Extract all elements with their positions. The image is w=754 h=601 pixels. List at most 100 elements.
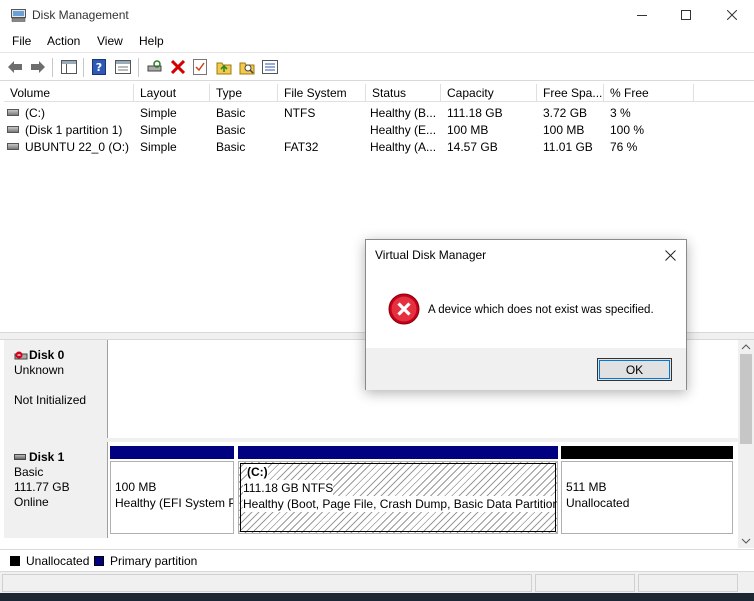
volume-icon <box>7 143 19 151</box>
window-title: Disk Management <box>32 8 129 22</box>
partition-c[interactable]: (C:) 111.18 GB NTFS Healthy (Boot, Page … <box>238 446 558 534</box>
error-circle-icon <box>388 293 420 325</box>
column-header-capacity[interactable]: Capacity <box>441 84 537 102</box>
column-header-file-system[interactable]: File System <box>278 84 366 102</box>
disk-0-size <box>14 378 97 393</box>
disk-1-label[interactable]: Disk 1 Basic 111.77 GB Online <box>4 442 108 538</box>
partition-band <box>561 446 733 459</box>
partition-efi[interactable]: 100 MB Healthy (EFI System P <box>110 446 234 534</box>
column-header-volume[interactable]: Volume <box>4 84 134 102</box>
partition-band <box>110 446 234 459</box>
toolbar-separator <box>138 58 139 77</box>
close-icon <box>727 10 737 20</box>
toolbar-separator <box>52 58 53 77</box>
cell-free-space: 3.72 GB <box>543 106 588 120</box>
table-row[interactable]: (C:) Simple Basic NTFS Healthy (B... 111… <box>4 104 754 121</box>
help-button[interactable]: ? <box>90 58 108 76</box>
checklist-button[interactable] <box>191 58 209 76</box>
properties-view-button[interactable] <box>114 58 132 76</box>
list-view-icon <box>262 60 278 74</box>
dialog-message: A device which does not exist was specif… <box>428 304 654 316</box>
forward-arrow-icon <box>31 61 45 73</box>
ok-button[interactable]: OK <box>597 358 672 381</box>
table-row[interactable]: (Disk 1 partition 1) Simple Basic Health… <box>4 121 754 138</box>
show-hide-console-tree-button[interactable] <box>60 58 78 76</box>
disk-0-status: Not Initialized <box>14 393 87 407</box>
unallocated-swatch <box>10 556 20 566</box>
toolbar-separator <box>83 58 84 77</box>
folder-up-icon <box>216 62 232 75</box>
menu-view[interactable]: View <box>97 34 123 48</box>
legend-unallocated: Unallocated <box>26 554 90 568</box>
table-row[interactable]: UBUNTU 22_0 (O:) Simple Basic FAT32 Heal… <box>4 138 754 155</box>
delete-button[interactable] <box>169 58 187 76</box>
partition-status: Healthy (Boot, Page File, Crash Dump, Ba… <box>243 496 558 512</box>
cell-type: Basic <box>216 123 246 137</box>
menu-file[interactable]: File <box>12 34 31 48</box>
partition-size: 111.18 GB NTFS <box>243 480 334 496</box>
maximize-icon <box>681 10 691 20</box>
menu-help[interactable]: Help <box>139 34 164 48</box>
cell-status: Healthy (A... <box>370 140 437 154</box>
cell-file-system: FAT32 <box>284 140 319 154</box>
cell-volume: UBUNTU 22_0 (O:) <box>7 140 134 154</box>
up-folder-button[interactable] <box>215 58 233 76</box>
connect-disk-button[interactable] <box>146 58 164 76</box>
close-window-button[interactable] <box>710 0 754 30</box>
cell-file-system: NTFS <box>284 106 316 120</box>
minimize-icon <box>637 15 647 16</box>
list-view-button[interactable] <box>261 58 279 76</box>
partition-body: (C:) 111.18 GB NTFS Healthy (Boot, Page … <box>238 461 558 534</box>
cell-status: Healthy (E... <box>370 123 437 137</box>
search-folder-button[interactable] <box>238 58 256 76</box>
partition-unallocated[interactable]: 511 MB Unallocated <box>561 446 733 534</box>
cell-volume: (C:) <box>7 106 134 120</box>
forward-button[interactable] <box>29 58 47 76</box>
primary-swatch <box>94 556 104 566</box>
menu-bar: File Action View Help <box>0 31 754 53</box>
cell-capacity: 14.57 GB <box>447 140 498 154</box>
dialog-close-button[interactable] <box>654 240 686 270</box>
cell-layout: Simple <box>140 106 177 120</box>
status-cell <box>535 574 635 592</box>
scroll-thumb[interactable] <box>740 354 752 444</box>
disk-management-window: Disk Management File Action View Help ? <box>0 0 754 601</box>
partition-body: 100 MB Healthy (EFI System P <box>110 461 234 534</box>
scroll-down-icon <box>741 538 751 544</box>
help-icon: ? <box>92 59 106 75</box>
title-bar: Disk Management <box>0 0 754 31</box>
toolbar: ? <box>0 54 754 81</box>
maximize-button[interactable] <box>664 0 708 30</box>
cell-status: Healthy (B... <box>370 106 437 120</box>
volume-icon <box>7 126 19 134</box>
minimize-button[interactable] <box>620 0 664 30</box>
disk-connect-icon <box>147 60 162 72</box>
column-header-blank <box>694 84 754 102</box>
disk-0-type: Unknown <box>14 363 65 377</box>
column-header-free-space[interactable]: Free Spa... <box>537 84 604 102</box>
column-header-layout[interactable]: Layout <box>134 84 210 102</box>
cell-free-space: 11.01 GB <box>543 140 593 154</box>
back-button[interactable] <box>6 58 24 76</box>
column-header-type[interactable]: Type <box>210 84 278 102</box>
back-arrow-icon <box>8 61 22 73</box>
disk-1-type: Basic <box>14 465 44 479</box>
cell-percent-free: 3 % <box>610 106 631 120</box>
taskbar-edge <box>0 593 754 601</box>
disk-1-area: 100 MB Healthy (EFI System P (C:) 111.18… <box>108 442 738 536</box>
disk-icon <box>14 454 26 460</box>
partition-status: Unallocated <box>566 496 630 510</box>
cell-capacity: 100 MB <box>447 123 489 137</box>
partition-size: 511 MB <box>566 480 607 494</box>
cell-layout: Simple <box>140 140 177 154</box>
column-header-percent-free[interactable]: % Free <box>604 84 694 102</box>
disk-1-size: 111.77 GB <box>14 480 70 494</box>
menu-action[interactable]: Action <box>47 34 80 48</box>
partition-body: 511 MB Unallocated <box>561 461 733 534</box>
disk-1-status: Online <box>14 495 49 509</box>
disk-0-label[interactable]: Disk 0 Unknown Not Initialized <box>4 340 108 438</box>
column-header-status[interactable]: Status <box>366 84 441 102</box>
vertical-scrollbar[interactable] <box>738 340 754 548</box>
status-cell <box>2 574 532 592</box>
dialog-footer: OK <box>366 348 686 390</box>
